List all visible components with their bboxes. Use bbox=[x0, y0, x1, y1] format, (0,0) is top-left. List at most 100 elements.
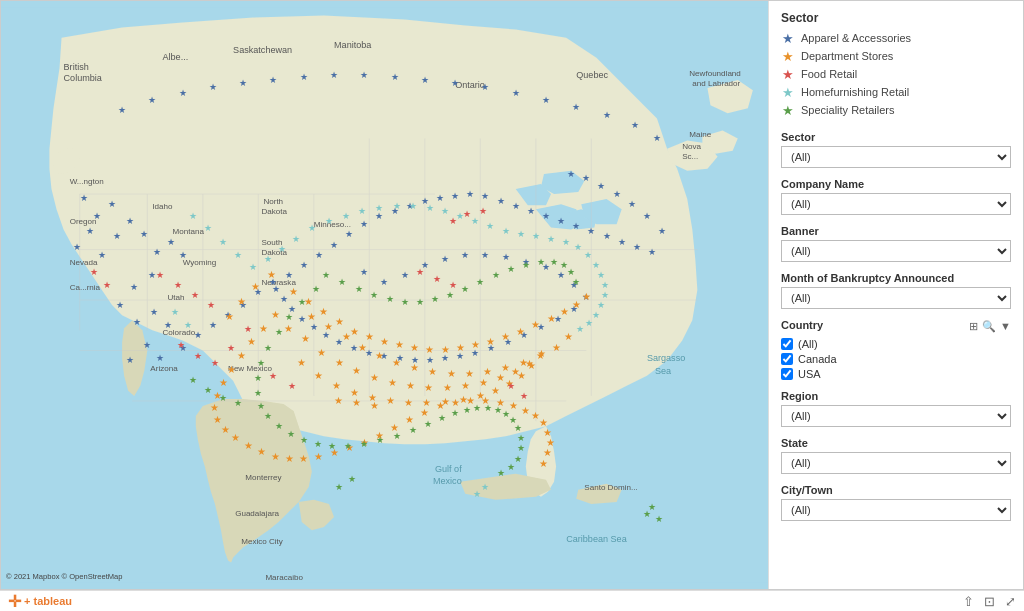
svg-text:★: ★ bbox=[618, 237, 626, 247]
svg-text:★: ★ bbox=[597, 270, 605, 280]
svg-text:★: ★ bbox=[471, 339, 480, 350]
svg-text:★: ★ bbox=[184, 320, 192, 330]
svg-text:★: ★ bbox=[289, 286, 298, 297]
sector-filter: Sector (All) bbox=[781, 131, 1011, 168]
svg-text:★: ★ bbox=[601, 290, 609, 300]
svg-text:Sargasso: Sargasso bbox=[647, 353, 685, 363]
svg-text:★: ★ bbox=[643, 211, 651, 221]
svg-text:★: ★ bbox=[310, 322, 318, 332]
svg-text:★: ★ bbox=[130, 282, 138, 292]
sector-filter-label: Sector bbox=[781, 131, 1011, 143]
svg-text:★: ★ bbox=[406, 380, 415, 391]
svg-text:★: ★ bbox=[492, 270, 500, 280]
sector-select[interactable]: (All) bbox=[781, 146, 1011, 168]
svg-text:★: ★ bbox=[550, 257, 558, 267]
svg-text:★: ★ bbox=[239, 78, 247, 88]
svg-text:★: ★ bbox=[484, 403, 492, 413]
svg-text:★: ★ bbox=[164, 320, 172, 330]
country-all-checkbox[interactable] bbox=[781, 338, 793, 350]
svg-text:★: ★ bbox=[234, 398, 242, 408]
svg-text:Wyoming: Wyoming bbox=[183, 258, 217, 267]
svg-text:★: ★ bbox=[527, 360, 536, 371]
svg-text:★: ★ bbox=[436, 400, 445, 411]
svg-text:★: ★ bbox=[433, 274, 441, 284]
banner-filter: Banner (All) bbox=[781, 225, 1011, 262]
svg-text:Utah: Utah bbox=[168, 293, 185, 302]
svg-text:★: ★ bbox=[207, 300, 215, 310]
svg-text:★: ★ bbox=[237, 296, 246, 307]
svg-text:★: ★ bbox=[244, 324, 252, 334]
svg-text:★: ★ bbox=[322, 270, 330, 280]
svg-text:★: ★ bbox=[424, 382, 433, 393]
fullscreen-icon[interactable]: ⤢ bbox=[1005, 594, 1016, 609]
svg-text:★: ★ bbox=[330, 240, 338, 250]
svg-text:★: ★ bbox=[278, 244, 286, 254]
country-filter-icons: ⊞ 🔍 ▼ bbox=[969, 320, 1011, 333]
svg-text:★: ★ bbox=[537, 257, 545, 267]
svg-text:★: ★ bbox=[401, 297, 409, 307]
state-select[interactable]: (All) bbox=[781, 452, 1011, 474]
month-select[interactable]: (All) bbox=[781, 287, 1011, 309]
svg-text:★: ★ bbox=[342, 331, 351, 342]
svg-text:★: ★ bbox=[300, 435, 308, 445]
region-select[interactable]: (All) bbox=[781, 405, 1011, 427]
svg-text:★: ★ bbox=[404, 397, 413, 408]
svg-text:★: ★ bbox=[463, 209, 471, 219]
svg-text:★: ★ bbox=[592, 260, 600, 270]
svg-text:★: ★ bbox=[194, 330, 202, 340]
filter-search-icon[interactable]: 🔍 bbox=[982, 320, 996, 333]
svg-text:★: ★ bbox=[204, 385, 212, 395]
svg-text:Albe...: Albe... bbox=[162, 52, 188, 62]
svg-text:★: ★ bbox=[140, 229, 148, 239]
share-icon[interactable]: ⇧ bbox=[963, 594, 974, 609]
svg-text:★: ★ bbox=[315, 250, 323, 260]
svg-text:★: ★ bbox=[597, 300, 605, 310]
food-star-icon: ★ bbox=[781, 67, 795, 81]
svg-text:★: ★ bbox=[360, 267, 368, 277]
svg-text:★: ★ bbox=[393, 431, 401, 441]
svg-text:★: ★ bbox=[113, 231, 121, 241]
svg-text:★: ★ bbox=[512, 201, 520, 211]
filter-sort-icon[interactable]: ⊞ bbox=[969, 320, 978, 333]
svg-text:★: ★ bbox=[249, 262, 257, 272]
svg-text:★: ★ bbox=[93, 211, 101, 221]
svg-text:★: ★ bbox=[308, 223, 316, 233]
svg-text:★: ★ bbox=[269, 371, 277, 381]
svg-text:★: ★ bbox=[211, 358, 219, 368]
svg-text:Nova: Nova bbox=[682, 142, 701, 151]
svg-text:★: ★ bbox=[352, 365, 361, 376]
banner-select[interactable]: (All) bbox=[781, 240, 1011, 262]
svg-text:★: ★ bbox=[447, 368, 456, 379]
city-select[interactable]: (All) bbox=[781, 499, 1011, 521]
svg-text:★: ★ bbox=[179, 88, 187, 98]
svg-text:★: ★ bbox=[209, 320, 217, 330]
svg-text:★: ★ bbox=[653, 133, 661, 143]
country-canada-checkbox[interactable] bbox=[781, 353, 793, 365]
svg-text:★: ★ bbox=[292, 234, 300, 244]
region-filter-label: Region bbox=[781, 390, 1011, 402]
svg-text:★: ★ bbox=[219, 377, 228, 388]
download-icon[interactable]: ⊡ bbox=[984, 594, 995, 609]
svg-text:★: ★ bbox=[603, 231, 611, 241]
svg-text:★: ★ bbox=[103, 280, 111, 290]
map-container[interactable]: British Columbia Albe... Saskatchewan Ma… bbox=[1, 1, 768, 589]
country-usa-checkbox[interactable] bbox=[781, 368, 793, 380]
svg-text:★: ★ bbox=[370, 372, 379, 383]
company-select[interactable]: (All) bbox=[781, 193, 1011, 215]
tableau-brand: ✛ + tableau bbox=[8, 592, 72, 611]
svg-text:★: ★ bbox=[547, 234, 555, 244]
filter-menu-icon[interactable]: ▼ bbox=[1000, 320, 1011, 333]
svg-text:★: ★ bbox=[436, 193, 444, 203]
svg-text:Caribbean Sea: Caribbean Sea bbox=[566, 534, 628, 544]
legend-item-homefurnishing: ★ Homefurnishing Retail bbox=[781, 85, 1011, 99]
svg-text:★: ★ bbox=[300, 72, 308, 82]
svg-text:★: ★ bbox=[254, 373, 262, 383]
svg-text:★: ★ bbox=[514, 454, 522, 464]
month-filter-label: Month of Bankruptcy Announced bbox=[781, 272, 1011, 284]
svg-text:British: British bbox=[64, 62, 89, 72]
svg-text:★: ★ bbox=[479, 206, 487, 216]
svg-text:★: ★ bbox=[438, 413, 446, 423]
svg-text:★: ★ bbox=[514, 423, 522, 433]
svg-text:★: ★ bbox=[517, 443, 525, 453]
svg-text:★: ★ bbox=[314, 439, 322, 449]
